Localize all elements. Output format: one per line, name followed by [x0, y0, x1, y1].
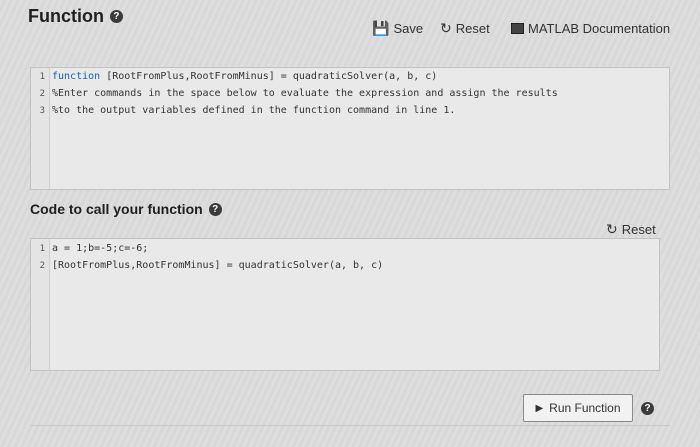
call-section-title-text: Code to call your function	[30, 201, 203, 217]
code-line[interactable]: 2 %Enter commands in the space below to e…	[31, 85, 669, 102]
run-help-icon[interactable]: ?	[641, 402, 654, 415]
line-number: 1	[39, 71, 45, 82]
help-icon[interactable]: ?	[109, 10, 123, 23]
run-function-button[interactable]: ▶ Run Function	[523, 394, 633, 422]
code-text: [RootFromPlus,RootFromMinus] = quadratic…	[48, 260, 383, 271]
reset-icon: ↻	[606, 221, 618, 237]
page-title: Function ?	[28, 6, 123, 27]
code-text: a = 1;b=-5;c=-6;	[48, 243, 148, 254]
call-section-title: Code to call your function ?	[30, 201, 222, 217]
code-body: [RootFromPlus,RootFromMinus] = quadratic…	[100, 71, 438, 82]
docs-label: MATLAB Documentation	[528, 21, 671, 36]
code-line[interactable]: 1 a = 1;b=-5;c=-6;	[31, 240, 659, 257]
code-text: function [RootFromPlus,RootFromMinus] = …	[48, 71, 437, 82]
code-body: %Enter commands in the space below to ev…	[52, 88, 558, 99]
reset-label: Reset	[455, 21, 490, 36]
book-icon	[511, 23, 524, 34]
code-line[interactable]: 2 [RootFromPlus,RootFromMinus] = quadrati…	[31, 257, 659, 274]
save-label: Save	[393, 21, 424, 36]
call-reset-button[interactable]: ↻ Reset	[606, 221, 656, 238]
code-body: %to the output variables defined in the …	[52, 105, 456, 116]
page-title-text: Function	[28, 6, 104, 26]
run-function-label: Run Function	[549, 401, 621, 415]
code-body: a = 1;b=-5;c=-6;	[52, 243, 149, 254]
line-number: 2	[39, 260, 45, 271]
divider	[30, 425, 670, 426]
save-button[interactable]: 💾 Save	[372, 20, 423, 37]
line-number: 2	[39, 88, 45, 99]
function-code-editor[interactable]: 1 function [RootFromPlus,RootFromMinus] =…	[30, 67, 670, 190]
help-icon[interactable]: ?	[208, 202, 222, 216]
code-line[interactable]: 3 %to the output variables defined in the…	[31, 102, 669, 119]
call-reset-label: Reset	[621, 222, 656, 237]
code-body: [RootFromPlus,RootFromMinus] = quadratic…	[52, 260, 384, 271]
play-icon: ▶	[535, 402, 544, 414]
code-text: %to the output variables defined in the …	[48, 105, 455, 116]
call-code-editor[interactable]: 1 a = 1;b=-5;c=-6; 2 [RootFromPlus,RootFrom…	[30, 238, 660, 371]
reset-button[interactable]: ↻ Reset	[440, 20, 490, 37]
code-keyword: function	[52, 71, 101, 82]
code-text: %Enter commands in the space below to ev…	[48, 88, 558, 99]
code-line[interactable]: 1 function [RootFromPlus,RootFromMinus] =…	[31, 68, 669, 85]
reset-icon: ↻	[440, 20, 452, 36]
matlab-documentation-link[interactable]: MATLAB Documentation	[511, 21, 670, 36]
save-icon: 💾	[372, 20, 390, 36]
line-number: 3	[39, 105, 45, 116]
line-number: 1	[39, 243, 45, 254]
